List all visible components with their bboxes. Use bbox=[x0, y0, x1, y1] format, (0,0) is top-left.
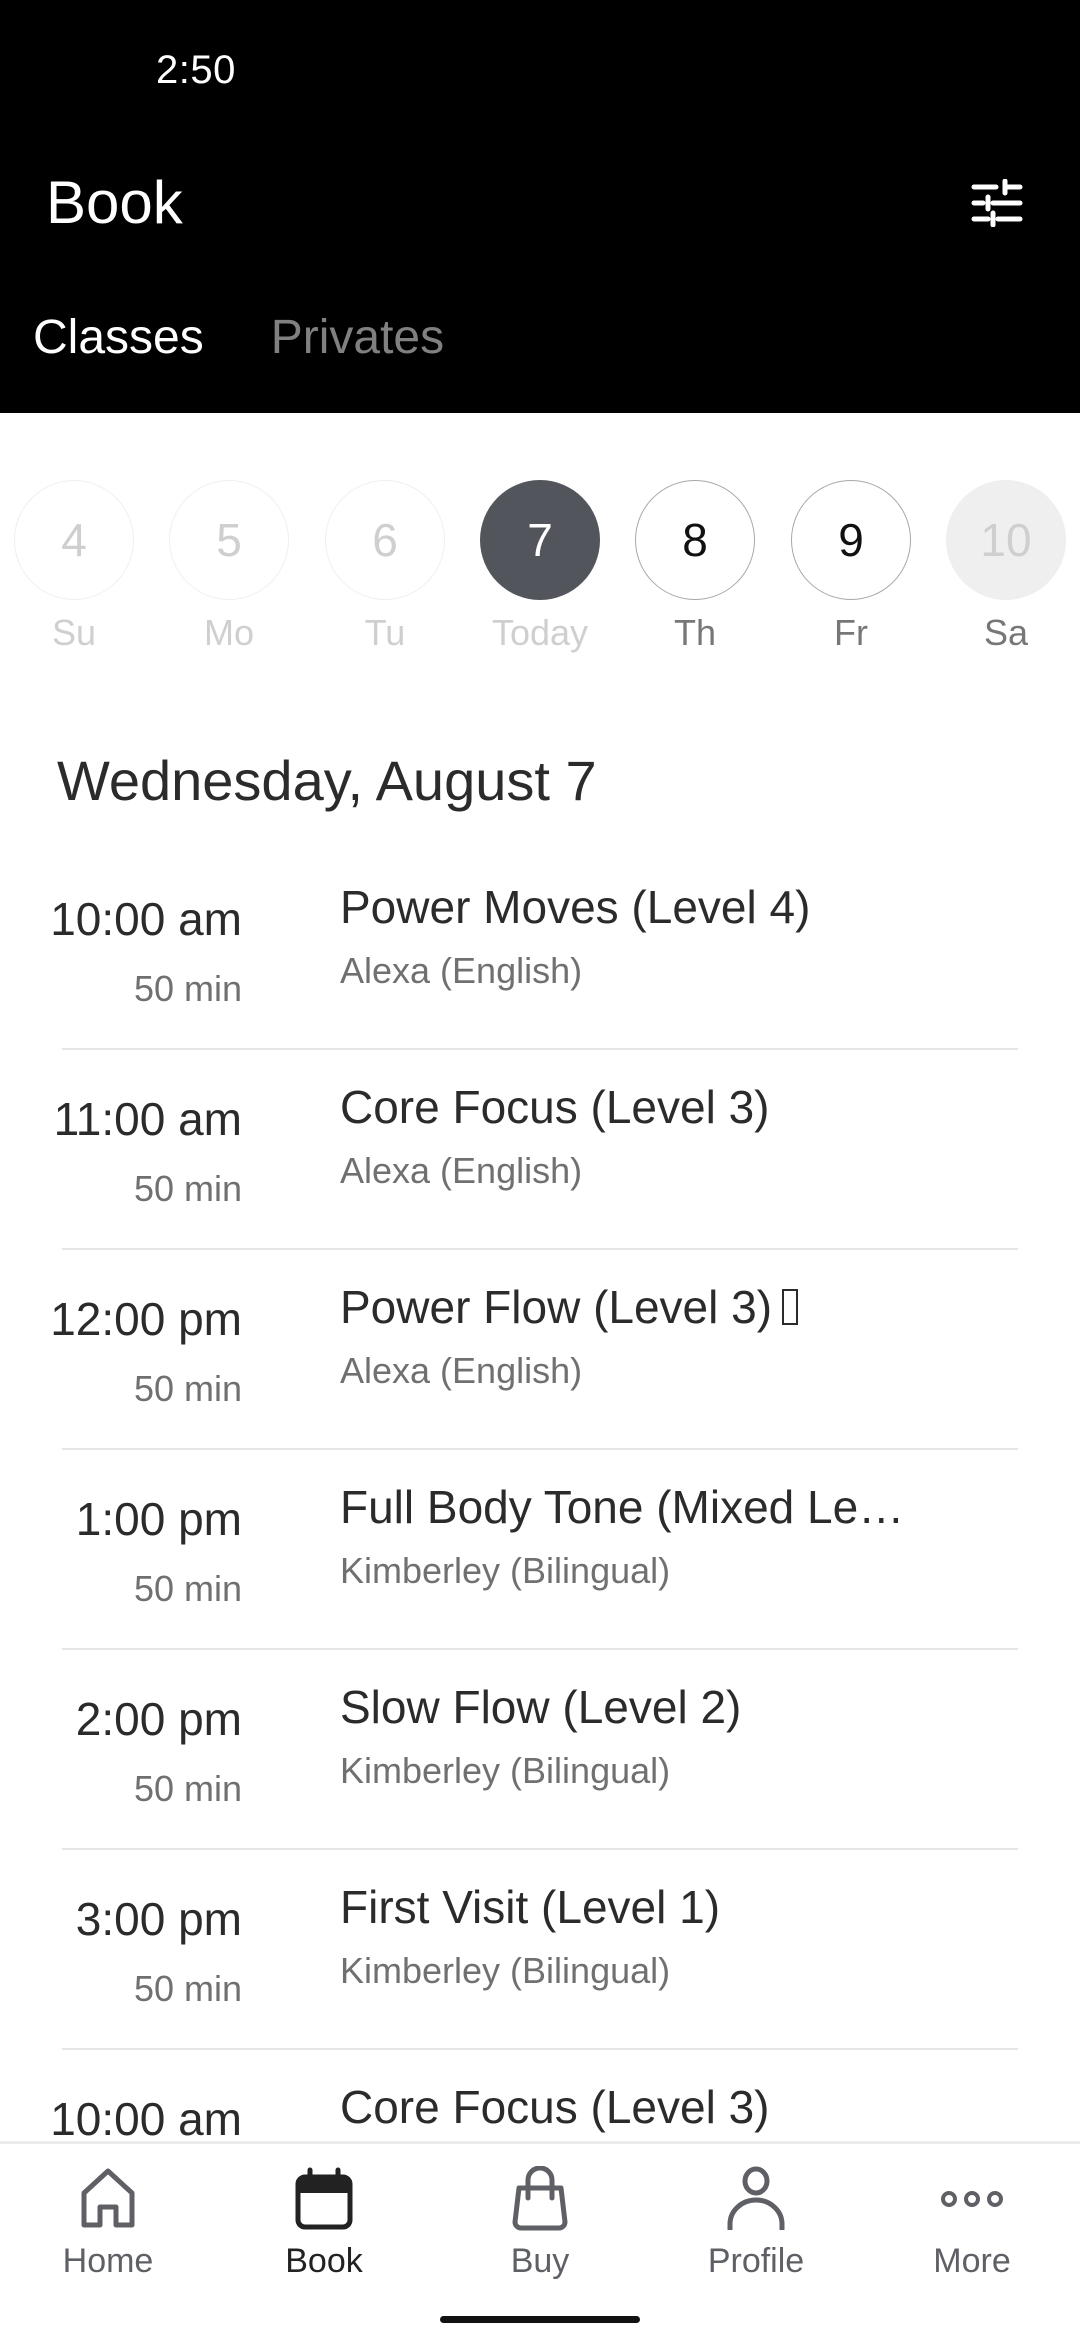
day-10[interactable]: 10 Sa bbox=[946, 480, 1066, 654]
day-number: 6 bbox=[325, 480, 445, 600]
day-number: 4 bbox=[14, 480, 134, 600]
home-indicator[interactable] bbox=[440, 2316, 640, 2323]
class-list: 10:00 am 50 min Power Moves (Level 4) Al… bbox=[0, 850, 1080, 2250]
date-heading: Wednesday, August 7 bbox=[57, 749, 597, 812]
nav-book[interactable]: Book bbox=[216, 2164, 432, 2281]
tab-bar: Classes Privates bbox=[0, 310, 478, 380]
class-duration: 50 min bbox=[133, 1168, 242, 1209]
nav-profile[interactable]: Profile bbox=[648, 2164, 864, 2281]
day-5[interactable]: 5 Mo bbox=[169, 480, 289, 654]
class-row[interactable]: 12:00 pm 50 min Power Flow (Level 3) Ale… bbox=[0, 1250, 1080, 1450]
class-time: 11:00 am bbox=[53, 1093, 242, 1145]
nav-label: Book bbox=[285, 2242, 363, 2280]
day-number: 10 bbox=[946, 480, 1066, 600]
class-row[interactable]: 3:00 pm 50 min First Visit (Level 1) Kim… bbox=[0, 1850, 1080, 2050]
nav-label: Profile bbox=[707, 2242, 805, 2280]
class-time: 12:00 pm bbox=[50, 1293, 242, 1345]
class-name: Core Focus (Level 3) bbox=[340, 1081, 770, 1133]
day-9[interactable]: 9 Fr bbox=[791, 480, 911, 654]
calendar-icon bbox=[295, 2167, 353, 2230]
class-time: 10:00 am bbox=[50, 893, 242, 945]
day-6[interactable]: 6 Tu bbox=[325, 480, 445, 654]
tab-classes[interactable]: Classes bbox=[0, 310, 204, 380]
page-title: Book bbox=[46, 169, 183, 236]
nav-more[interactable]: More bbox=[864, 2164, 1080, 2281]
nav-home[interactable]: Home bbox=[0, 2164, 216, 2281]
nav-buy[interactable]: Buy bbox=[432, 2164, 648, 2281]
app-header: 2:50 Book Classes Privates bbox=[0, 0, 1080, 413]
class-duration: 50 min bbox=[133, 1568, 242, 1609]
class-time: 10:00 am bbox=[50, 2093, 242, 2145]
filter-button[interactable] bbox=[962, 170, 1032, 236]
class-time: 1:00 pm bbox=[75, 1493, 242, 1545]
status-bar-time: 2:50 bbox=[156, 48, 236, 92]
day-number: 8 bbox=[635, 480, 755, 600]
class-row[interactable]: 1:00 pm 50 min Full Body Tone (Mixed Le…… bbox=[0, 1450, 1080, 1650]
class-name: Power Flow (Level 3) bbox=[340, 1281, 773, 1333]
class-instructor: Alexa (English) bbox=[340, 950, 583, 991]
home-icon bbox=[81, 2168, 135, 2228]
day-label: Fr bbox=[834, 612, 868, 653]
class-duration: 50 min bbox=[133, 1768, 242, 1809]
class-instructor: Alexa (English) bbox=[340, 1150, 583, 1191]
class-instructor: Alexa (English) bbox=[340, 1350, 583, 1391]
class-name: Power Moves (Level 4) bbox=[340, 881, 811, 933]
missing-glyph-icon bbox=[782, 1289, 799, 1325]
day-label: Su bbox=[51, 612, 97, 653]
shopping-bag-icon bbox=[512, 2166, 568, 2231]
class-duration: 50 min bbox=[133, 1968, 242, 2009]
class-time: 2:00 pm bbox=[75, 1693, 242, 1745]
class-row[interactable]: 2:00 pm 50 min Slow Flow (Level 2) Kimbe… bbox=[0, 1650, 1080, 1850]
sliders-icon bbox=[971, 179, 1023, 227]
class-name: First Visit (Level 1) bbox=[340, 1881, 721, 1933]
day-label: Mo bbox=[203, 612, 254, 653]
nav-label: More bbox=[933, 2242, 1011, 2280]
class-instructor: Kimberley (Bilingual) bbox=[340, 1550, 671, 1591]
day-number: 7 bbox=[480, 480, 600, 600]
class-name: Full Body Tone (Mixed Le… bbox=[340, 1481, 905, 1533]
class-duration: 50 min bbox=[133, 1368, 242, 1409]
date-selector: 4 Su 5 Mo 6 Tu 7 Today 8 Th 9 Fr 10 Sa bbox=[0, 480, 1080, 660]
nav-label: Buy bbox=[510, 2242, 570, 2280]
day-7-today[interactable]: 7 Today bbox=[480, 480, 600, 654]
day-4[interactable]: 4 Su bbox=[14, 480, 134, 654]
day-number: 5 bbox=[169, 480, 289, 600]
bottom-navigation: Home Book Buy Profile More bbox=[0, 2141, 1080, 2340]
class-duration: 50 min bbox=[133, 968, 242, 1009]
class-name: Core Focus (Level 3) bbox=[340, 2081, 770, 2133]
class-instructor: Kimberley (Bilingual) bbox=[340, 1750, 671, 1791]
class-name-wrap: Power Flow (Level 3) bbox=[340, 1280, 799, 1334]
person-icon bbox=[727, 2166, 785, 2230]
nav-label: Home bbox=[62, 2242, 154, 2280]
more-dots-icon bbox=[941, 2191, 1003, 2207]
class-instructor: Kimberley (Bilingual) bbox=[340, 1950, 671, 1991]
day-label: Today bbox=[491, 612, 589, 653]
tab-privates[interactable]: Privates bbox=[238, 310, 444, 380]
day-label: Tu bbox=[364, 612, 406, 653]
class-row[interactable]: 11:00 am 50 min Core Focus (Level 3) Ale… bbox=[0, 1050, 1080, 1250]
class-row[interactable]: 10:00 am 50 min Power Moves (Level 4) Al… bbox=[0, 850, 1080, 1050]
day-number: 9 bbox=[791, 480, 911, 600]
day-8[interactable]: 8 Th bbox=[635, 480, 755, 654]
day-label: Sa bbox=[983, 612, 1029, 653]
class-name: Slow Flow (Level 2) bbox=[340, 1681, 742, 1733]
class-time: 3:00 pm bbox=[75, 1893, 242, 1945]
day-label: Th bbox=[673, 612, 716, 653]
